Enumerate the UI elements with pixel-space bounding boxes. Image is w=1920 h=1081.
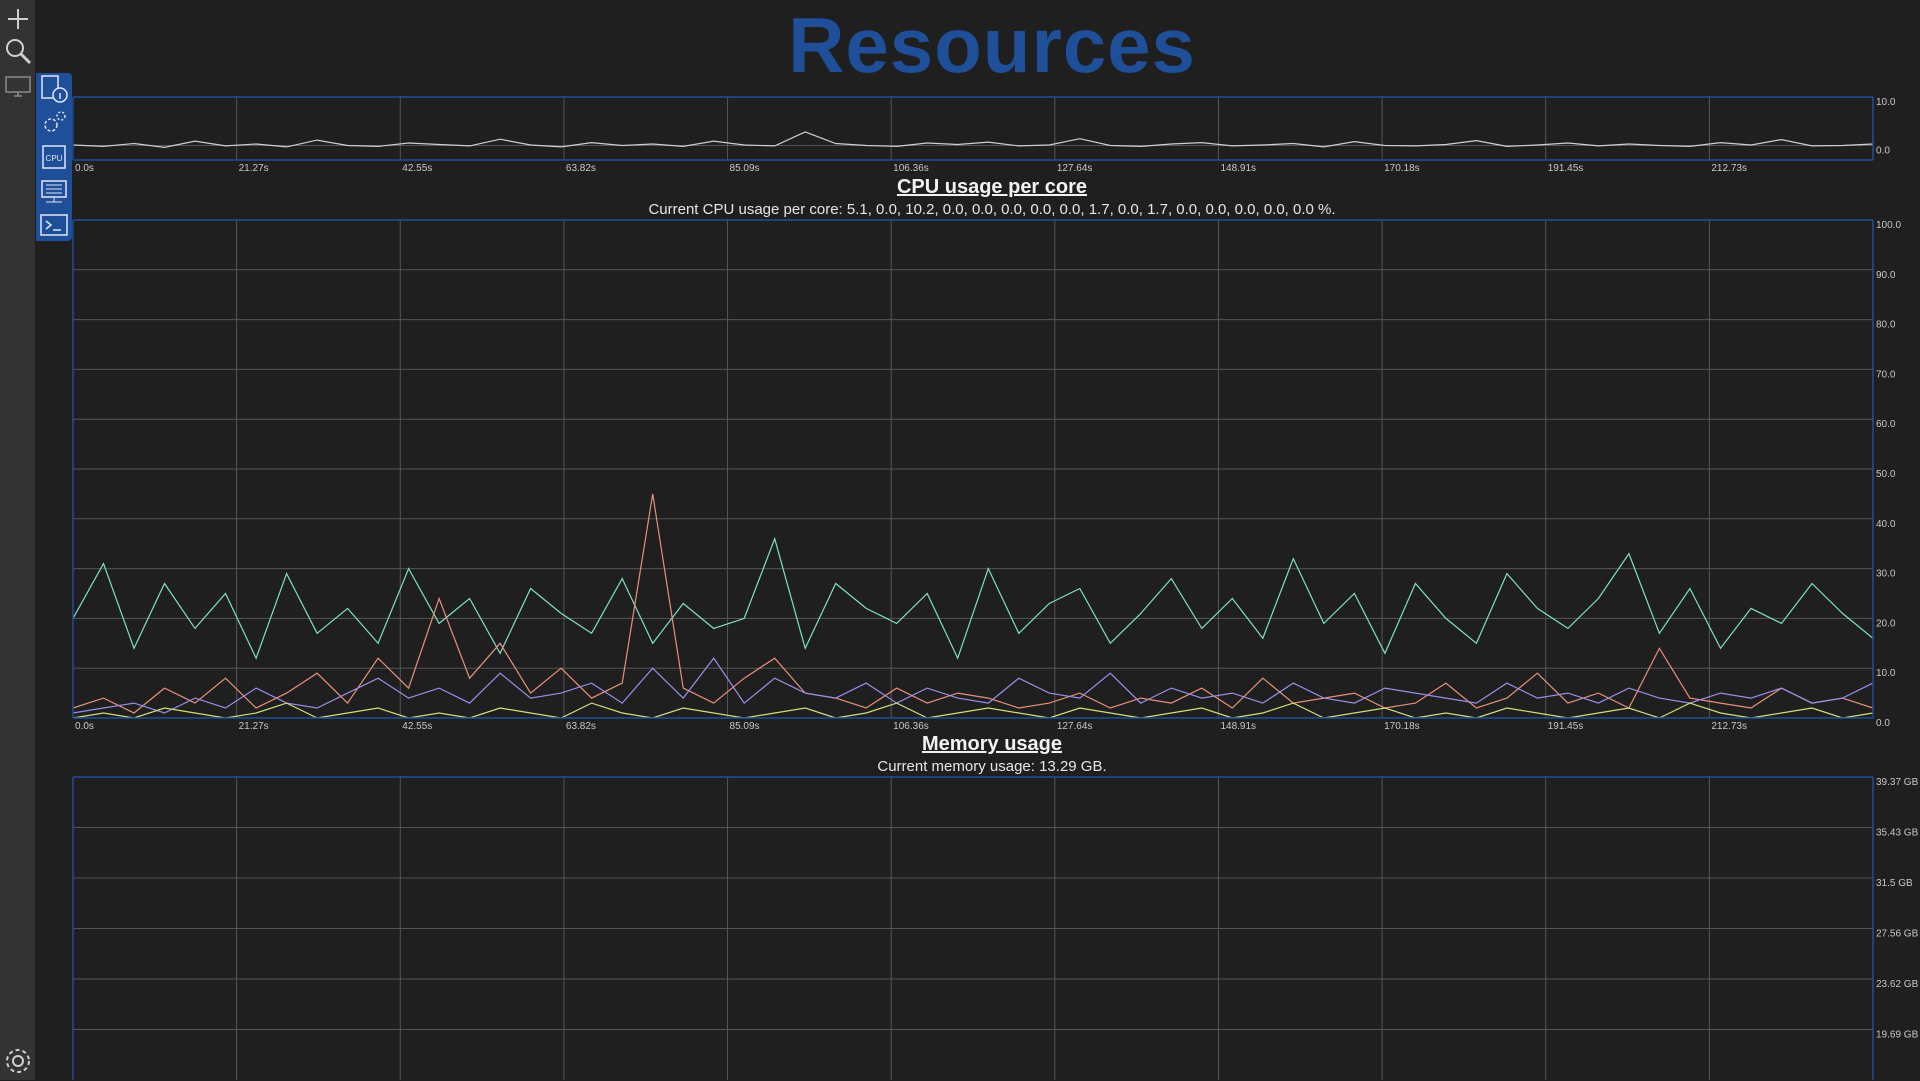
memory-ytick-label: 31.5 GB <box>1876 878 1913 889</box>
cpu-core-series-line <box>72 657 1874 714</box>
cpu-core-xtick-label: 85.09s <box>730 721 760 732</box>
cpu-core-xtick-label: 21.27s <box>239 721 269 732</box>
cpu-total-ytick-label: 10.0 <box>1876 97 1896 108</box>
memory-current-usage: Current memory usage: 13.29 GB. <box>877 758 1107 775</box>
memory-ytick-label: 27.56 GB <box>1876 929 1919 940</box>
cpu-core-ytick-label: 90.0 <box>1876 270 1896 281</box>
memory-section-title: Memory usage <box>921 733 1063 755</box>
cpu-core-ytick-label: 70.0 <box>1876 369 1896 380</box>
cpu-core-ytick-label: 20.0 <box>1876 618 1896 629</box>
cpu-core-xtick-label: 148.91s <box>1220 721 1256 732</box>
cpu-total-xtick-label: 63.82s <box>566 163 596 174</box>
cpu-core-ytick-label: 30.0 <box>1876 569 1896 580</box>
cpu-core-ytick-label: 50.0 <box>1876 469 1896 480</box>
cpu-total-xtick-label: 127.64s <box>1057 163 1093 174</box>
cpu-total-xtick-label: 148.91s <box>1220 163 1256 174</box>
cpu-core-ytick-label: 40.0 <box>1876 519 1896 530</box>
cpu-core-xtick-label: 42.55s <box>402 721 432 732</box>
cpu-core-xtick-label: 191.45s <box>1548 721 1584 732</box>
cpu-current-usage: Current CPU usage per core: 5.1, 0.0, 10… <box>648 201 1336 218</box>
cpu-core-xtick-label: 170.18s <box>1384 721 1420 732</box>
cpu-core-ytick-label: 100.0 <box>1876 220 1901 231</box>
cpu-core-xtick-label: 0.0s <box>75 721 94 732</box>
cpu-total-xtick-label: 85.09s <box>730 163 760 174</box>
cpu-total-xtick-label: 0.0s <box>75 163 94 174</box>
memory-ytick-label: 19.69 GB <box>1876 1030 1919 1041</box>
cpu-core-xtick-label: 212.73s <box>1711 721 1747 732</box>
cpu-total-chart: 0.0s 21.27s 42.55s 63.82s 85.09s 106.36s 127.6… <box>72 96 1919 1080</box>
cpu-total-xtick-label: 106.36s <box>893 163 929 174</box>
cpu-core-ytick-label: 60.0 <box>1876 419 1896 430</box>
memory-ytick-label: 23.62 GB <box>1876 979 1919 990</box>
cpu-core-series-line <box>72 702 1874 719</box>
cpu-core-xtick-label: 63.82s <box>566 721 596 732</box>
memory-ytick-label: 35.43 GB <box>1876 828 1919 839</box>
cpu-total-xtick-label: 191.45s <box>1548 163 1584 174</box>
cpu-total-ytick-label: 0.0 <box>1876 145 1890 156</box>
cpu-core-xtick-label: 106.36s <box>893 721 929 732</box>
cpu-core-series-line <box>72 493 1874 714</box>
cpu-total-xtick-label: 42.55s <box>402 163 432 174</box>
cpu-total-xtick-label: 170.18s <box>1384 163 1420 174</box>
cpu-core-xtick-label: 127.64s <box>1057 721 1093 732</box>
cpu-core-ytick-label: 10.0 <box>1876 668 1896 679</box>
cpu-section-title: CPU usage per core <box>896 176 1088 198</box>
memory-ytick-label: 39.37 GB <box>1876 777 1919 788</box>
cpu-total-xtick-label: 212.73s <box>1711 163 1747 174</box>
cpu-total-xtick-label: 21.27s <box>239 163 269 174</box>
cpu-core-series-line <box>72 536 1874 660</box>
cpu-core-ytick-label: 80.0 <box>1876 320 1896 331</box>
cpu-core-ytick-label: 0.0 <box>1876 718 1890 729</box>
